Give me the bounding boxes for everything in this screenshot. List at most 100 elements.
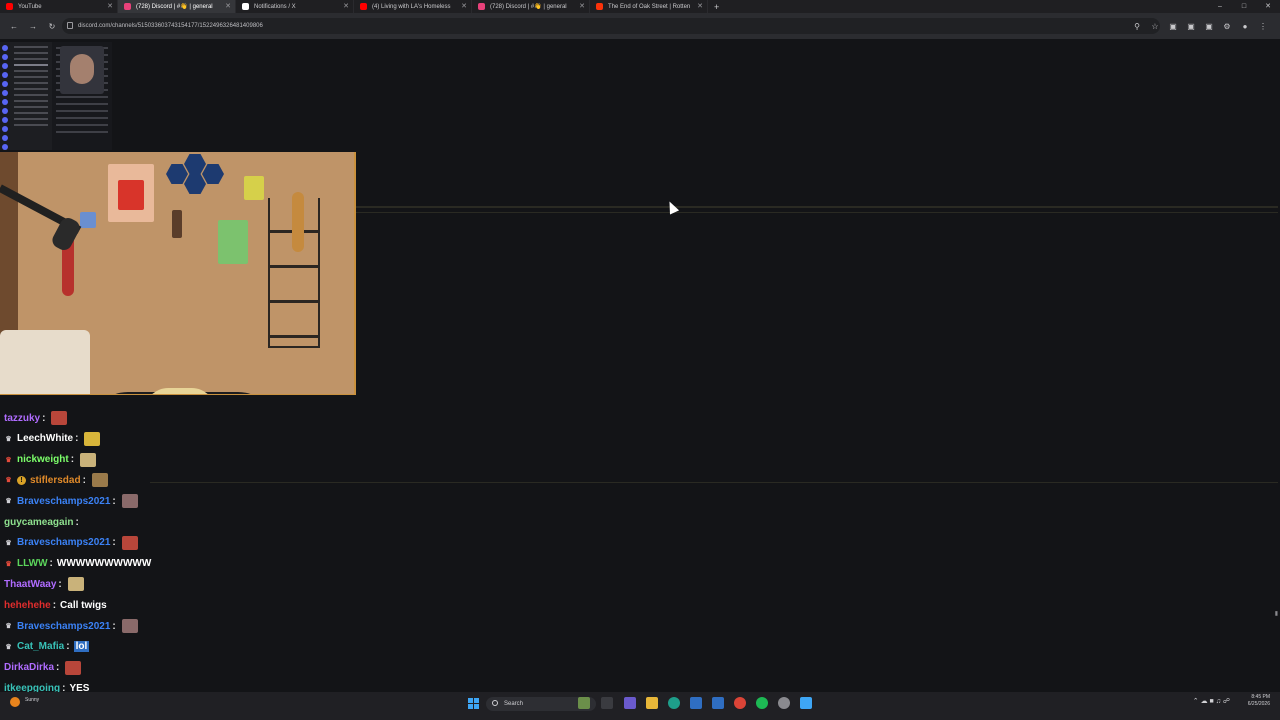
chat-username[interactable]: DirkaDirka [4,662,54,673]
browser-tab[interactable]: Notifications / X ✕ [236,0,354,13]
back-icon[interactable]: ← [9,22,19,31]
tab-title: (728) Discord | #👋 | general [136,4,213,10]
chat-username[interactable]: guycameagain [4,517,73,528]
app-icon[interactable] [624,697,636,709]
app-icon-2[interactable] [778,697,790,709]
address-bar[interactable]: discord.com/channels/515033603743154177/… [62,18,1160,34]
red-crown-badge-icon: ♛ [5,477,12,485]
tab-close-icon[interactable]: ✕ [579,2,585,10]
chat-message: ThaatWaay: [4,575,84,593]
widget-icon[interactable] [578,697,590,709]
chat-message: ♛! stiflersdad: [4,471,108,489]
chat-separator: : [70,454,75,466]
profile-icon[interactable]: ● [1236,22,1254,31]
wall-sticker [244,176,264,200]
bookmark-star-icon[interactable]: ☆ [1146,22,1164,31]
site-info-icon[interactable] [67,22,73,29]
extension-icon-3[interactable]: ▣ [1200,22,1218,31]
chrome-icon[interactable] [734,697,746,709]
chat-separator: : [112,620,116,632]
edge-browser-icon[interactable] [668,697,680,709]
stream-chat: tazzuky: ♛ LeechWhite: ♛ nickweight: ♛! stifle… [0,405,360,694]
chat-username[interactable]: nickweight [17,454,69,465]
chat-text: Call twigs [60,599,107,611]
tab-close-icon[interactable]: ✕ [343,2,349,10]
menu-dots-icon[interactable]: ⋮ [1254,22,1272,31]
file-explorer-icon[interactable] [646,697,658,709]
spotify-icon[interactable] [756,697,768,709]
browser-tab[interactable]: (728) Discord | #👋 | general ✕ [472,0,590,13]
browser-tab[interactable]: (4) Living with LA's Homeless ✕ [354,0,472,13]
tab-close-icon[interactable]: ✕ [107,2,113,10]
alert-badge-icon: ! [17,475,26,485]
tab-favicon-icon [6,3,13,10]
close-window-icon[interactable]: ✕ [1256,0,1280,13]
crown-badge-icon: ♛ [5,435,12,443]
new-tab-icon[interactable]: + [714,2,719,12]
chat-separator: : [42,412,46,424]
tab-title: The End of Oak Street | Rotten [608,3,691,10]
zoom-icon[interactable]: ⚲ [1128,22,1146,31]
browser-tab[interactable]: YouTube ✕ [0,0,118,13]
tab-title: (4) Living with LA's Homeless [372,3,451,10]
chat-emote-icon [91,473,108,488]
poster-frog [218,220,248,264]
chat-username[interactable]: Braveschamps2021 [17,537,110,548]
crown-badge-icon: ♛ [5,623,12,630]
weather-widget[interactable]: Sunny [25,697,39,703]
chat-separator: : [49,558,53,570]
chat-username[interactable]: ThaatWaay [4,579,56,590]
channel-list [10,42,52,150]
divider-line [356,206,1278,208]
maximize-icon[interactable]: □ [1232,0,1256,13]
red-crown-badge-icon: ♛ [5,456,12,464]
chat-message: ♛ Braveschamps2021: [4,617,138,635]
tab-favicon-icon [242,3,249,10]
minimize-icon[interactable]: – [1208,0,1232,13]
extensions-puzzle-icon[interactable]: ⚙ [1218,22,1236,31]
browser-tab[interactable]: The End of Oak Street | Rotten ✕ [590,0,708,13]
system-tray[interactable]: ⌃ ☁ ■ ♫ ☍ [1193,697,1230,705]
search-label: Search [504,701,524,707]
reload-icon[interactable]: ↻ [47,22,57,31]
app-icon-3[interactable] [800,697,812,709]
windows-start-icon[interactable] [468,698,480,710]
wall-sticker [80,212,96,228]
windows-taskbar [0,692,1280,720]
crown-badge-icon: ♛ [5,643,12,651]
chat-message: ♛ LLWW: WWWWWWWWWW [4,555,151,573]
scroll-marker: ▮ [1274,611,1278,617]
browser-toolbar: ← → ↻ discord.com/channels/5150336037431… [0,13,1280,39]
chat-username[interactable]: LLWW [17,558,48,569]
tab-title: (728) Discord | #👋 | general [490,4,567,10]
tab-close-icon[interactable]: ✕ [461,2,467,10]
browser-tab[interactable]: (728) Discord | #👋 | general ✕ [118,0,236,13]
clock[interactable]: 8:45 PM 6/25/2026 [1248,694,1270,708]
chat-separator: : [56,662,60,674]
tab-favicon-icon [478,3,485,10]
chat-username[interactable]: hehehehe [4,600,51,611]
chat-username[interactable]: stiflersdad [30,475,81,486]
mail-icon[interactable] [712,697,724,709]
url-text: discord.com/channels/515033603743154177/… [78,23,263,29]
chat-separator: : [82,474,86,486]
tab-close-icon[interactable]: ✕ [697,2,703,10]
extension-icon[interactable]: ▣ [1164,22,1182,31]
task-view-icon[interactable] [601,697,613,709]
tab-close-icon[interactable]: ✕ [225,2,231,10]
chat-username[interactable]: Braveschamps2021 [17,496,110,507]
weather-icon[interactable] [10,697,20,707]
extension-icon-2[interactable]: ▣ [1182,22,1200,31]
chat-emote-icon [121,619,138,633]
poster-art [118,180,144,210]
chat-username[interactable]: Braveschamps2021 [17,621,110,632]
chat-separator: : [66,641,70,653]
chat-separator: : [52,599,57,611]
chat-username[interactable]: LeechWhite [17,433,73,444]
chat-username[interactable]: Cat_Mafia [17,641,64,652]
chat-username[interactable]: tazzuky [4,413,40,424]
forward-icon[interactable]: → [28,22,38,31]
chat-message: guycameagain: [4,513,83,531]
store-icon[interactable] [690,697,702,709]
chat-separator: : [112,495,116,507]
